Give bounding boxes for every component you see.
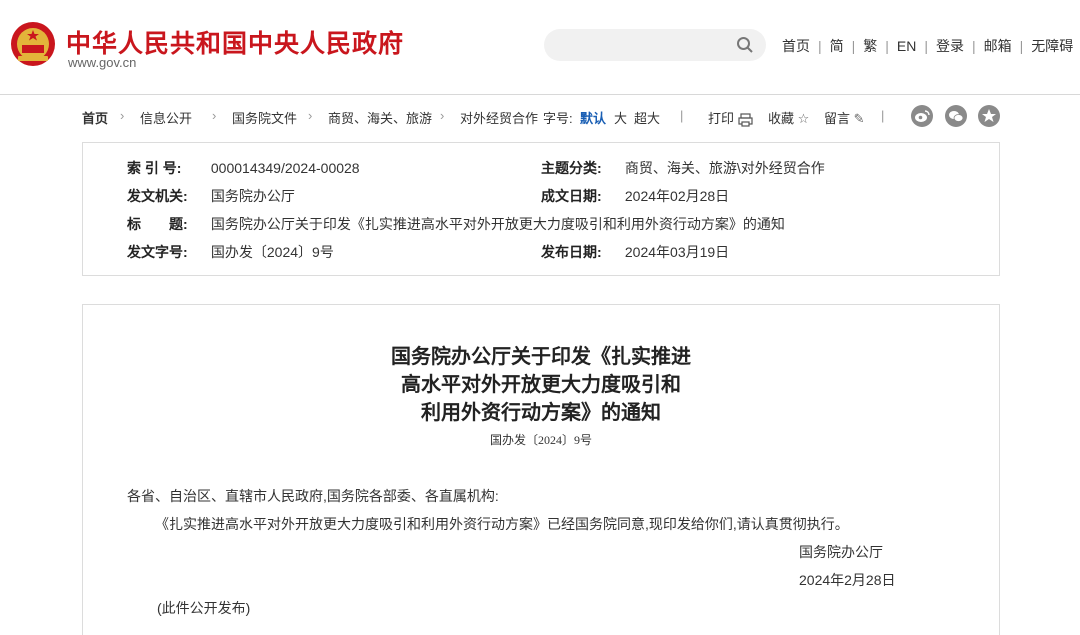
nav-accessibility[interactable]: 无障碍 bbox=[1031, 36, 1073, 56]
divider: | bbox=[881, 108, 885, 123]
document-title-line: 利用外资行动方案》的通知 bbox=[421, 402, 661, 424]
meta-doc-number: 发文字号: 国办发〔2024〕9号 bbox=[127, 242, 334, 262]
meta-label: 发文字号: bbox=[127, 244, 188, 260]
nav-login[interactable]: 登录 bbox=[936, 36, 964, 56]
printer-icon bbox=[738, 112, 753, 127]
meta-index: 索 引 号: 000014349/2024-00028 bbox=[127, 158, 360, 178]
signature: 国务院办公厅 bbox=[799, 544, 883, 560]
comment-label: 留言 bbox=[824, 111, 851, 126]
comment-button[interactable]: 留言 ✎ bbox=[824, 108, 865, 127]
wechat-icon[interactable] bbox=[945, 105, 967, 127]
meta-label: 发布日期: bbox=[541, 244, 602, 260]
meta-label: 主题分类: bbox=[541, 160, 602, 176]
font-size-default[interactable]: 默认 bbox=[580, 108, 606, 127]
breadcrumb-foreign-trade[interactable]: 对外经贸合作 bbox=[460, 108, 538, 127]
body-paragraph: 《扎实推进高水平对外开放更大力度吸引和利用外资行动方案》已经国务院同意,现印发给… bbox=[155, 516, 849, 532]
meta-value: 国务院办公厅关于印发《扎实推进高水平对外开放更大力度吸引和利用外资行动方案》的通… bbox=[210, 216, 785, 232]
document-content: 国务院办公厅关于印发《扎实推进 高水平对外开放更大力度吸引和 利用外资行动方案》… bbox=[82, 304, 1000, 635]
nav-mailbox[interactable]: 邮箱 bbox=[984, 36, 1012, 56]
nav-home[interactable]: 首页 bbox=[782, 36, 810, 56]
breadcrumb-info-disclosure[interactable]: 信息公开 bbox=[140, 108, 192, 127]
star-icon: ☆ bbox=[797, 111, 810, 126]
meta-written-date: 成文日期: 2024年02月28日 bbox=[541, 186, 729, 206]
nav-simplified[interactable]: 简 bbox=[830, 36, 844, 56]
favorite-label: 收藏 bbox=[768, 111, 795, 126]
signature-date: 2024年2月28日 bbox=[799, 572, 896, 588]
chevron-right-icon: › bbox=[120, 108, 125, 123]
font-size-large[interactable]: 大 bbox=[614, 108, 627, 127]
document-title-line: 国务院办公厅关于印发《扎实推进 bbox=[391, 346, 691, 368]
nav-english[interactable]: EN bbox=[897, 38, 916, 54]
salutation: 各省、自治区、直辖市人民政府,国务院各部委、各直属机构: bbox=[127, 488, 499, 504]
search-box bbox=[544, 29, 766, 61]
breadcrumb-home[interactable]: 首页 bbox=[82, 108, 108, 127]
breadcrumb-trade-customs-tourism[interactable]: 商贸、海关、旅游 bbox=[328, 108, 432, 127]
nav-traditional[interactable]: 繁 bbox=[863, 36, 877, 56]
site-url[interactable]: www.gov.cn bbox=[68, 55, 136, 70]
chevron-right-icon: › bbox=[440, 108, 445, 123]
meta-issuer: 发文机关: 国务院办公厅 bbox=[127, 186, 295, 206]
meta-title: 标 题: 国务院办公厅关于印发《扎实推进高水平对外开放更大力度吸引和利用外资行动… bbox=[127, 214, 785, 234]
meta-value: 国办发〔2024〕9号 bbox=[210, 244, 334, 260]
meta-label: 成文日期: bbox=[541, 188, 602, 204]
site-header: 中华人民共和国中央人民政府 www.gov.cn 首页 | 简 | 繁 | EN | 登… bbox=[0, 0, 1080, 95]
national-emblem-icon[interactable] bbox=[10, 21, 56, 67]
publication-note: (此件公开发布) bbox=[157, 600, 251, 616]
meta-value: 国务院办公厅 bbox=[210, 188, 295, 204]
chevron-right-icon: › bbox=[308, 108, 313, 123]
qzone-icon[interactable] bbox=[978, 105, 1000, 127]
document-title: 国务院办公厅关于印发《扎实推进 高水平对外开放更大力度吸引和 利用外资行动方案》… bbox=[83, 343, 999, 427]
breadcrumb: 首页 › 信息公开 › 国务院文件 › 商贸、海关、旅游 › 对外经贸合作 字号… bbox=[82, 105, 1000, 128]
meta-label: 索 引 号: bbox=[127, 160, 182, 176]
font-size-label: 字号: bbox=[543, 111, 573, 126]
divider: | bbox=[680, 108, 684, 123]
search-icon[interactable] bbox=[736, 36, 754, 54]
meta-value: 2024年02月28日 bbox=[624, 188, 730, 204]
meta-value: 2024年03月19日 bbox=[624, 244, 730, 260]
document-metadata: 索 引 号: 000014349/2024-00028 主题分类: 商贸、海关、… bbox=[82, 142, 1000, 276]
meta-published-date: 发布日期: 2024年03月19日 bbox=[541, 242, 729, 262]
print-button[interactable]: 打印 bbox=[708, 108, 753, 127]
meta-label: 标 题: bbox=[127, 216, 188, 232]
document-title-line: 高水平对外开放更大力度吸引和 bbox=[401, 374, 681, 396]
favorite-button[interactable]: 收藏 ☆ bbox=[768, 108, 809, 127]
search-input[interactable] bbox=[558, 35, 722, 57]
meta-label: 发文机关: bbox=[127, 188, 188, 204]
top-nav: 首页 | 简 | 繁 | EN | 登录 | 邮箱 | 无障碍 bbox=[782, 36, 1074, 56]
chevron-right-icon: › bbox=[212, 108, 217, 123]
font-size-xlarge[interactable]: 超大 bbox=[634, 108, 660, 127]
meta-value: 商贸、海关、旅游\对外经贸合作 bbox=[624, 160, 825, 176]
print-label: 打印 bbox=[708, 111, 735, 126]
document-number: 国办发〔2024〕9号 bbox=[489, 433, 592, 447]
pencil-icon: ✎ bbox=[853, 111, 865, 126]
meta-value: 000014349/2024-00028 bbox=[210, 160, 360, 176]
meta-topic: 主题分类: 商贸、海关、旅游\对外经贸合作 bbox=[541, 158, 825, 178]
breadcrumb-state-council-docs[interactable]: 国务院文件 bbox=[232, 108, 297, 127]
weibo-icon[interactable] bbox=[911, 105, 933, 127]
